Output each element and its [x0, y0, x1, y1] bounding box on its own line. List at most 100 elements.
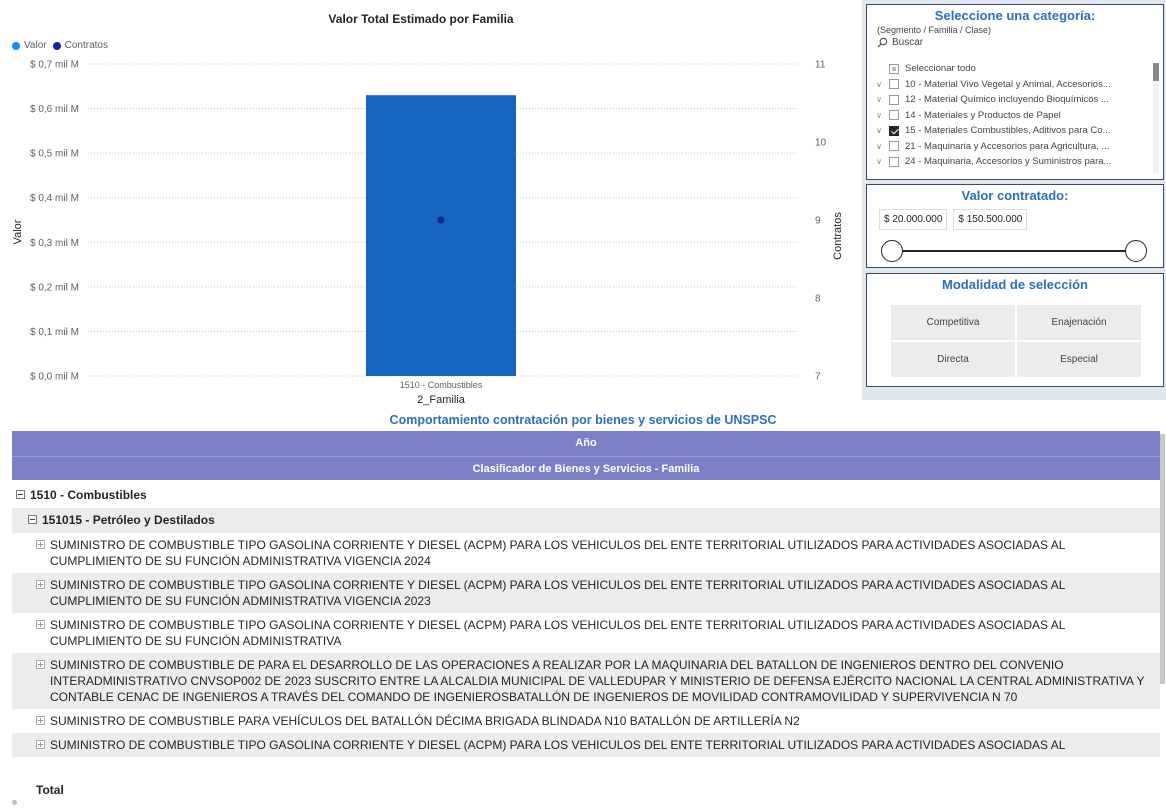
slider-max-handle[interactable] — [1125, 240, 1147, 262]
category-slicer-title: Seleccione una categoría: — [934, 8, 1096, 23]
category-item[interactable]: ∨ 10 - Material Vivo Vegetal y Animal, Ac… — [873, 77, 1153, 93]
matrix-row[interactable]: SUMINISTRO DE COMBUSTIBLE PARA VEHÍCULOS… — [12, 709, 1160, 733]
matrix-title: Comportamiento contratación por bienes y… — [389, 413, 777, 427]
category-item[interactable]: ∨ 21 - Maquinaria y Accesorios para Agric… — [873, 139, 1153, 155]
y-tick-label: $ 0,0 mil M — [30, 372, 79, 383]
y2-tick-label: 9 — [815, 216, 821, 227]
chart-visual[interactable]: Valor Total Estimado por Familia Valor C… — [0, 0, 856, 410]
category-slicer: Seleccione una categoría: (Segmento / Fa… — [866, 4, 1164, 180]
matrix-row[interactable]: SUMINISTRO DE COMBUSTIBLE TIPO GASOLINA … — [12, 533, 1160, 573]
y2-tick-label: 8 — [815, 294, 821, 305]
y-tick-label: $ 0,4 mil M — [30, 193, 79, 204]
y-tick-label: $ 0,6 mil M — [30, 104, 79, 115]
matrix-row[interactable]: SUMINISTRO DE COMBUSTIBLE DE PARA EL DES… — [12, 653, 1160, 709]
chart-plot: $ 0,0 mil M $ 0,1 mil M $ 0,2 mil M $ 0,3 m… — [12, 60, 844, 407]
matrix-header-family[interactable]: Clasificador de Bienes y Servicios - Fam… — [12, 456, 1160, 480]
y-tick-label: $ 0,3 mil M — [30, 238, 79, 249]
y-tick-label: $ 0,2 mil M — [30, 282, 79, 293]
point-contratos — [437, 216, 445, 224]
horizontal-scroll-indicator[interactable] — [12, 800, 17, 805]
checkbox[interactable] — [889, 125, 899, 136]
chevron-down-icon[interactable]: ∨ — [873, 142, 885, 151]
modality-button-especial[interactable]: Especial — [1017, 342, 1141, 377]
matrix-header-year[interactable]: Año — [12, 431, 1160, 456]
value-min-input[interactable]: $ 20.000.000 — [879, 209, 948, 230]
y2-axis-title: Contratos — [832, 212, 844, 260]
checkbox[interactable] — [889, 94, 899, 105]
expand-icon[interactable] — [36, 580, 45, 589]
chevron-down-icon[interactable]: ∨ — [873, 157, 885, 166]
modality-button-enajenacion[interactable]: Enajenación — [1017, 305, 1141, 340]
category-item-label: 24 - Maquinaria, Accesorios y Suministro… — [905, 156, 1112, 168]
modality-button-competitiva[interactable]: Competitiva — [891, 305, 1015, 340]
checkbox[interactable] — [889, 79, 899, 90]
slider-min-handle[interactable] — [881, 240, 903, 262]
category-search[interactable]: Buscar — [877, 37, 1163, 48]
chevron-down-icon[interactable]: ∨ — [873, 111, 885, 120]
matrix-row[interactable]: SUMINISTRO DE COMBUSTIBLE TIPO GASOLINA … — [12, 613, 1160, 653]
modality-slicer-title: Modalidad de selección — [942, 277, 1088, 292]
search-icon — [877, 37, 888, 48]
category-scroll-thumb[interactable] — [1153, 63, 1159, 81]
x-axis-title: 2_Familia — [417, 394, 466, 406]
x-tick-label: 1510 - Combustibles — [400, 380, 483, 390]
category-scrollbar[interactable] — [1153, 63, 1159, 173]
expand-icon[interactable] — [36, 540, 45, 549]
y-tick-label: $ 0,7 mil M — [30, 60, 79, 71]
category-item-label: 12 - Material Químico incluyendo Bioquím… — [905, 94, 1109, 106]
value-range-slider[interactable] — [881, 240, 1147, 262]
checkbox[interactable] — [889, 110, 899, 121]
matrix-row-level2[interactable]: 151015 - Petróleo y Destilados — [12, 508, 1160, 533]
value-slicer: Valor contratado: $ 20.000.000 $ 150.500… — [866, 184, 1164, 268]
modality-button-directa[interactable]: Directa — [891, 342, 1015, 377]
y-tick-label: $ 0,1 mil M — [30, 327, 79, 338]
matrix-row-level1[interactable]: 1510 - Combustibles — [12, 480, 1160, 508]
category-item[interactable]: ∨ 14 - Materiales y Productos de Papel — [873, 108, 1153, 124]
category-item[interactable]: Seleccionar todo — [873, 61, 1153, 77]
category-item[interactable]: ∨ 15 - Materiales Combustibles, Aditivos … — [873, 123, 1153, 139]
y-tick-label: $ 0,5 mil M — [30, 149, 79, 160]
slider-track — [891, 250, 1137, 252]
y-axis-title: Valor — [12, 219, 24, 244]
category-list: Seleccionar todo ∨ 10 - Material Vivo Vege… — [873, 61, 1153, 175]
expand-icon[interactable] — [36, 740, 45, 749]
category-slicer-subtitle: (Segmento / Familia / Clase) — [877, 25, 992, 35]
value-max-input[interactable]: $ 150.500.000 — [953, 209, 1028, 230]
chevron-down-icon[interactable]: ∨ — [873, 95, 885, 104]
collapse-icon[interactable] — [28, 515, 37, 524]
chevron-down-icon[interactable]: ∨ — [873, 80, 885, 89]
level2-label: 151015 - Petróleo y Destilados — [42, 513, 215, 527]
checkbox[interactable] — [889, 156, 899, 167]
category-item-label: 21 - Maquinaria y Accesorios para Agricu… — [905, 140, 1110, 152]
matrix-row-label: SUMINISTRO DE COMBUSTIBLE TIPO GASOLINA … — [50, 538, 1065, 568]
matrix-row-label: SUMINISTRO DE COMBUSTIBLE TIPO GASOLINA … — [50, 738, 1066, 752]
y2-tick-label: 7 — [815, 372, 821, 383]
matrix-row[interactable]: SUMINISTRO DE COMBUSTIBLE TIPO GASOLINA … — [12, 733, 1160, 757]
category-item-label: Seleccionar todo — [905, 63, 976, 75]
category-item-label: 10 - Material Vivo Vegetal y Animal, Acc… — [905, 78, 1111, 90]
bar-valor — [366, 95, 516, 376]
checkbox[interactable] — [889, 63, 899, 74]
chevron-down-icon[interactable]: ∨ — [873, 126, 885, 135]
category-item[interactable]: ∨ 24 - Maquinaria, Accesorios y Suministr… — [873, 154, 1153, 170]
expand-icon[interactable] — [36, 620, 45, 629]
value-slicer-title: Valor contratado: — [961, 188, 1069, 203]
y2-tick-label: 11 — [815, 60, 826, 71]
expand-icon[interactable] — [36, 660, 45, 669]
modality-slicer: Modalidad de selección Competitiva Enaje… — [866, 273, 1164, 387]
collapse-icon[interactable] — [16, 490, 25, 499]
matrix-scrollbar[interactable] — [1160, 434, 1165, 684]
matrix-row-label: SUMINISTRO DE COMBUSTIBLE TIPO GASOLINA … — [50, 578, 1065, 608]
matrix-row-label: SUMINISTRO DE COMBUSTIBLE TIPO GASOLINA … — [50, 618, 1065, 648]
category-item-label: 15 - Materiales Combustibles, Aditivos p… — [905, 125, 1111, 137]
checkbox[interactable] — [889, 141, 899, 152]
category-search-placeholder: Buscar — [892, 37, 924, 48]
expand-icon[interactable] — [36, 716, 45, 725]
category-item-label: 14 - Materiales y Productos de Papel — [905, 109, 1061, 121]
matrix-row-label: SUMINISTRO DE COMBUSTIBLE PARA VEHÍCULOS… — [50, 714, 800, 728]
category-item[interactable]: ∨ 12 - Material Químico incluyendo Bioquí… — [873, 92, 1153, 108]
matrix-row-label: SUMINISTRO DE COMBUSTIBLE DE PARA EL DES… — [50, 658, 1145, 704]
matrix-row[interactable]: SUMINISTRO DE COMBUSTIBLE TIPO GASOLINA … — [12, 573, 1160, 613]
matrix-body: 1510 - Combustibles 151015 - Petróleo y … — [12, 480, 1160, 798]
y2-tick-label: 10 — [815, 138, 827, 149]
